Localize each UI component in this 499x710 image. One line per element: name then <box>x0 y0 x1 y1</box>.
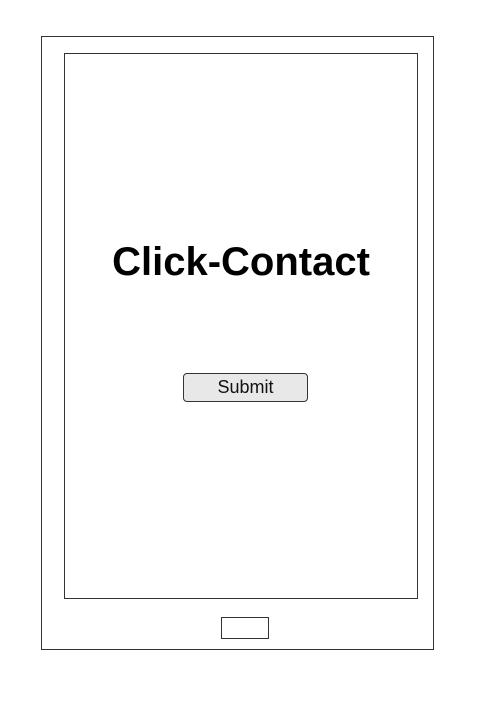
home-button[interactable] <box>221 617 269 639</box>
submit-button[interactable]: Submit <box>183 373 308 402</box>
device-screen: Click-Contact Submit <box>64 53 418 599</box>
page-title: Click-Contact <box>112 240 370 284</box>
